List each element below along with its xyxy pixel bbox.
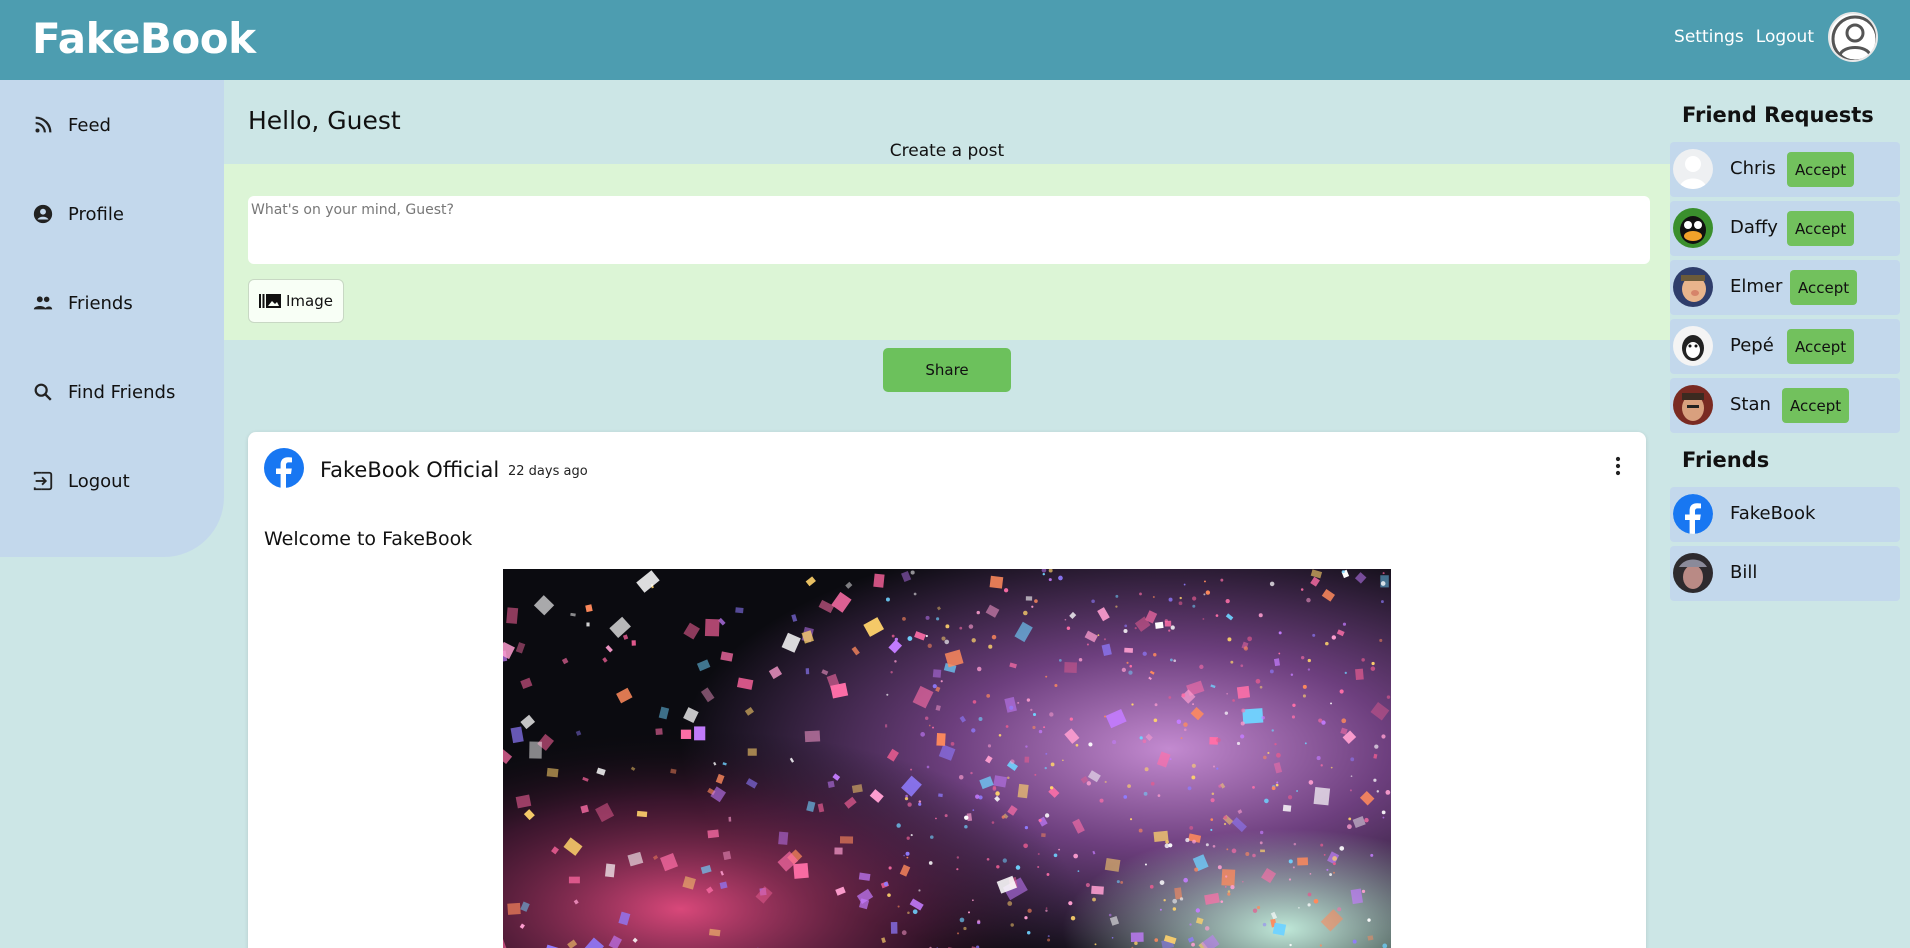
sidebar-item-feed[interactable]: Feed — [32, 114, 111, 136]
add-image-button[interactable]: Image — [248, 279, 344, 323]
avatar[interactable] — [1673, 267, 1713, 307]
friend-request-item: Stan Accept — [1670, 378, 1900, 433]
logout-link[interactable]: Logout — [1756, 27, 1814, 47]
friends-heading: Friends — [1682, 448, 1770, 472]
app-logo[interactable]: FakeBook — [32, 14, 256, 63]
avatar[interactable] — [1673, 385, 1713, 425]
accept-button[interactable]: Accept — [1790, 270, 1858, 305]
post-card: FakeBook Official 22 days ago Welcome to… — [248, 432, 1646, 948]
avatar[interactable] — [1673, 553, 1713, 593]
friend-request-name[interactable]: Daffy — [1730, 217, 1778, 238]
avatar[interactable] — [1673, 326, 1713, 366]
sidebar-item-label: Friends — [68, 292, 133, 314]
accept-button[interactable]: Accept — [1782, 388, 1850, 423]
avatar[interactable] — [1673, 208, 1713, 248]
friend-request-item: Daffy Accept — [1670, 201, 1900, 256]
sidebar-item-label: Logout — [68, 470, 130, 492]
sidebar-item-logout[interactable]: Logout — [32, 470, 130, 492]
more-options-icon[interactable] — [1614, 456, 1622, 476]
image-library-icon — [259, 294, 281, 308]
friend-request-name[interactable]: Pepé — [1730, 335, 1774, 356]
logout-icon — [33, 471, 53, 491]
create-post-label: Create a post — [889, 141, 1005, 161]
accept-button[interactable]: Accept — [1787, 329, 1855, 364]
top-bar: FakeBook Settings Logout — [0, 0, 1910, 80]
share-button[interactable]: Share — [883, 348, 1011, 392]
people-icon — [33, 296, 53, 310]
add-image-label: Image — [286, 292, 333, 310]
post-image[interactable] — [503, 569, 1391, 948]
sidebar-item-profile[interactable]: Profile — [32, 203, 124, 225]
sidebar-item-find-friends[interactable]: Find Friends — [32, 381, 175, 403]
confetti-photo — [503, 569, 1391, 948]
facebook-logo-icon[interactable] — [1673, 494, 1713, 534]
friend-request-name[interactable]: Stan — [1730, 394, 1771, 415]
post-text-input[interactable] — [248, 196, 1650, 264]
rss-icon — [35, 116, 52, 133]
friend-name[interactable]: FakeBook — [1730, 503, 1815, 524]
sidebar-item-label: Feed — [68, 114, 111, 136]
accept-button[interactable]: Accept — [1787, 211, 1855, 246]
sidebar-item-friends[interactable]: Friends — [32, 292, 133, 314]
sidebar-item-label: Profile — [68, 203, 124, 225]
friend-name[interactable]: Bill — [1730, 562, 1757, 583]
friend-request-item: Elmer Accept — [1670, 260, 1900, 315]
settings-link[interactable]: Settings — [1674, 27, 1744, 47]
post-composer: Image — [224, 164, 1670, 340]
friend-item[interactable]: FakeBook — [1670, 487, 1900, 542]
friend-requests-heading: Friend Requests — [1682, 103, 1874, 127]
accept-button[interactable]: Accept — [1787, 152, 1855, 187]
post-author-name[interactable]: FakeBook Official — [320, 458, 499, 482]
greeting-heading: Hello, Guest — [248, 106, 401, 135]
post-timestamp: 22 days ago — [508, 464, 588, 479]
friend-request-name[interactable]: Elmer — [1730, 276, 1782, 297]
friend-item[interactable]: Bill — [1670, 546, 1900, 601]
friend-request-item: Pepé Accept — [1670, 319, 1900, 374]
top-nav: Settings Logout — [1662, 12, 1878, 62]
friend-request-item: Chris Accept — [1670, 142, 1900, 197]
facebook-logo-icon[interactable] — [264, 448, 304, 488]
friend-request-name[interactable]: Chris — [1730, 158, 1776, 179]
avatar[interactable] — [1673, 149, 1713, 189]
left-sidebar: Feed Profile Friends Find Friends Logout — [0, 80, 224, 557]
post-body-text: Welcome to FakeBook — [264, 528, 473, 550]
search-icon — [34, 383, 52, 401]
user-avatar-icon[interactable] — [1828, 12, 1878, 62]
account-circle-icon — [33, 204, 53, 224]
sidebar-item-label: Find Friends — [68, 381, 176, 403]
